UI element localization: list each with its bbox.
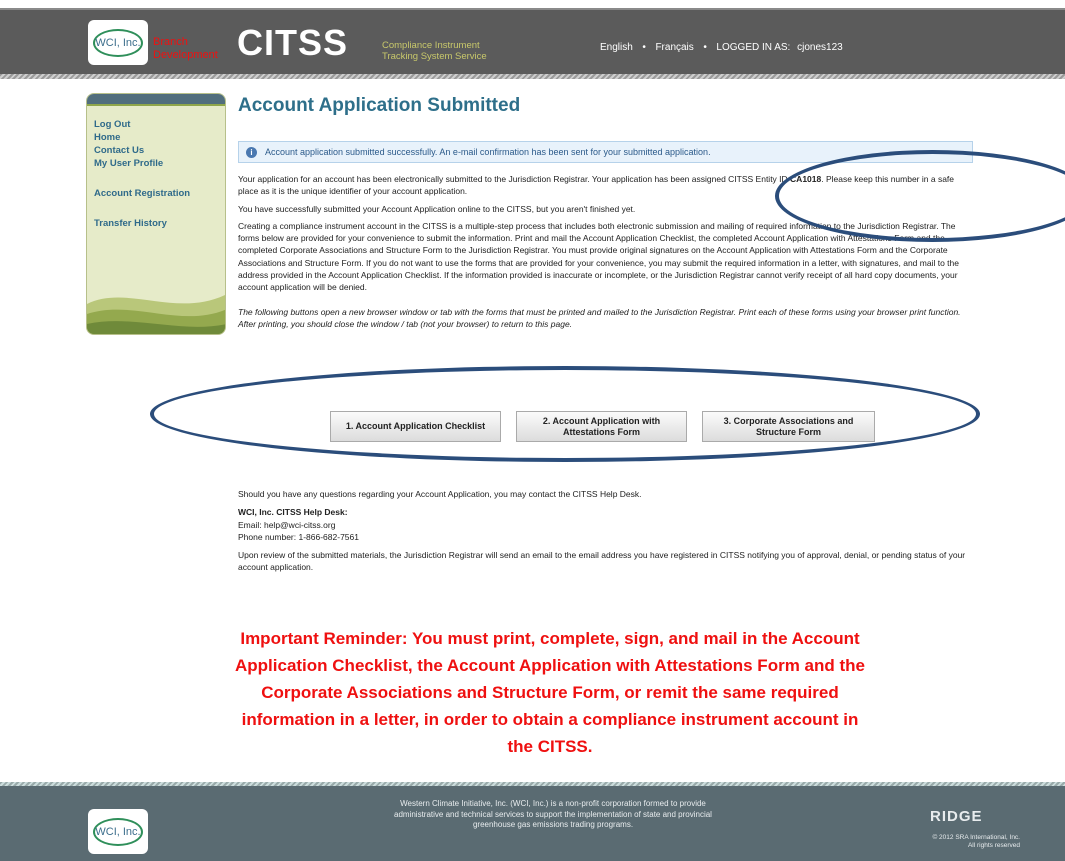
branch-label: Branch Development: [153, 36, 218, 61]
sidebar: Log Out Home Contact Us My User Profile …: [86, 93, 226, 335]
attestations-form-button[interactable]: 2. Account Application with Attestations…: [516, 411, 687, 442]
wci-logo-ring: WCI, Inc.: [93, 28, 143, 57]
copyright: © 2012 SRA International, Inc. All right…: [880, 834, 1020, 850]
helpdesk-title: WCI, Inc. CITSS Help Desk:: [238, 507, 348, 518]
app-subtitle: Compliance Instrument Tracking System Se…: [382, 40, 487, 62]
footer-logo-text: WCI, Inc.: [95, 825, 141, 838]
footer-wci-logo: WCI, Inc.: [88, 809, 148, 854]
wci-logo[interactable]: WCI, Inc.: [88, 20, 148, 65]
important-reminder: Important Reminder: You must print, comp…: [235, 629, 865, 756]
info-icon: i: [246, 146, 257, 158]
footer-description: Western Climate Initiative, Inc. (WCI, I…: [394, 799, 712, 829]
app-subtitle-line1: Compliance Instrument: [382, 40, 480, 51]
header-stripe: [0, 74, 1065, 79]
sidebar-item-home[interactable]: Home: [94, 131, 190, 144]
separator-dot: •: [700, 42, 710, 53]
sidebar-top-band: [87, 94, 225, 106]
lang-french-link[interactable]: Français: [655, 42, 693, 53]
alert-text: Account application submitted successful…: [265, 147, 711, 157]
sidebar-nav: Log Out Home Contact Us My User Profile …: [94, 118, 190, 230]
sidebar-item-log-out[interactable]: Log Out: [94, 118, 190, 131]
sidebar-item-my-user-profile[interactable]: My User Profile: [94, 157, 190, 170]
wci-logo-text: WCI, Inc.: [95, 36, 141, 49]
helpdesk-phone: Phone number: 1-866-682-7561: [238, 531, 359, 542]
entity-id: CA1018: [790, 174, 822, 184]
copyright-line2: All rights reserved: [967, 842, 1020, 849]
buttons-instruction-paragraph: The following buttons open a new browser…: [238, 306, 961, 329]
helpdesk-email: Email: help@wci-citss.org: [238, 519, 336, 530]
submission-text-prefix: Your application for an account has been…: [238, 174, 791, 184]
username: cjones123: [797, 42, 843, 53]
sidebar-item-transfer-history[interactable]: Transfer History: [94, 217, 190, 230]
lang-english-link[interactable]: English: [600, 42, 633, 53]
sidebar-item-contact-us[interactable]: Contact Us: [94, 144, 190, 157]
help-section: Should you have any questions regarding …: [238, 488, 973, 580]
sidebar-wave-decoration: [87, 294, 225, 334]
copyright-line1: © 2012 SRA International, Inc.: [932, 834, 1020, 841]
review-text: Upon review of the submitted materials, …: [238, 550, 966, 573]
main-content: Account Application Submitted i Account …: [238, 95, 973, 330]
logged-in-label: LOGGED IN AS:: [716, 42, 791, 53]
submission-paragraph: Your application for an account has been…: [238, 173, 973, 198]
app-subtitle-line2: Tracking System Service: [382, 51, 487, 62]
process-paragraph: Creating a compliance instrument account…: [238, 220, 959, 293]
app-name: CITSS: [237, 22, 349, 63]
separator-dot: •: [639, 42, 649, 53]
sidebar-item-account-registration[interactable]: Account Registration: [94, 187, 190, 200]
corporate-associations-form-button[interactable]: 3. Corporate Associations and Structure …: [702, 411, 875, 442]
not-finished-paragraph: You have successfully submitted your Acc…: [238, 203, 636, 214]
page-title: Account Application Submitted: [238, 95, 521, 116]
questions-text: Should you have any questions regarding …: [238, 489, 642, 499]
account-application-checklist-button[interactable]: 1. Account Application Checklist: [330, 411, 501, 442]
footer-logo-ring: WCI, Inc.: [93, 817, 143, 846]
success-alert: i Account application submitted successf…: [238, 141, 973, 163]
ridge-logo: RIDGE: [930, 808, 983, 825]
header-links: English • Français • LOGGED IN AS: cjone…: [600, 42, 847, 53]
form-buttons: 1. Account Application Checklist 2. Acco…: [330, 411, 875, 442]
